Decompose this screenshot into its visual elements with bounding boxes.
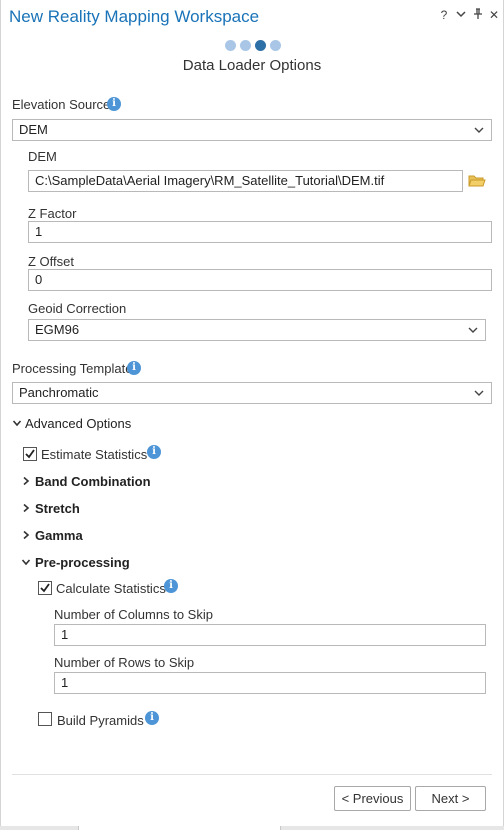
gamma-expander[interactable]: Gamma xyxy=(35,528,83,543)
calculate-statistics-label: Calculate Statistics xyxy=(56,581,166,596)
elevation-source-dropdown[interactable]: DEM xyxy=(12,119,492,141)
pane: New Reality Mapping Workspace ? ✕ Data L… xyxy=(0,0,504,830)
folder-browse-icon[interactable] xyxy=(468,174,486,188)
band-combination-expander[interactable]: Band Combination xyxy=(35,474,151,489)
elevation-source-label: Elevation Source xyxy=(12,97,111,112)
advanced-options-expander[interactable]: Advanced Options xyxy=(25,416,131,431)
step-dot xyxy=(240,40,251,51)
info-icon[interactable]: i xyxy=(164,579,178,593)
close-button[interactable]: ✕ xyxy=(487,8,501,22)
help-button[interactable]: ? xyxy=(437,8,451,22)
info-icon[interactable]: i xyxy=(147,445,161,459)
z-offset-input[interactable]: 0 xyxy=(28,269,492,291)
chevron-down-icon xyxy=(474,390,484,396)
estimate-statistics-checkbox[interactable] xyxy=(23,447,37,461)
info-icon[interactable]: i xyxy=(107,97,121,111)
chevron-right-icon[interactable] xyxy=(21,476,31,486)
z-offset-label: Z Offset xyxy=(28,254,74,269)
previous-button[interactable]: < Previous xyxy=(334,786,411,811)
build-pyramids-checkbox[interactable] xyxy=(38,712,52,726)
rows-to-skip-label: Number of Rows to Skip xyxy=(54,655,195,670)
bottom-tab-strip xyxy=(0,826,504,830)
chevron-down-icon[interactable] xyxy=(21,557,31,567)
step-dot xyxy=(270,40,281,51)
columns-to-skip-input[interactable]: 1 xyxy=(54,624,486,646)
chevron-down-icon xyxy=(474,127,484,133)
chevron-right-icon[interactable] xyxy=(21,530,31,540)
geoid-correction-label: Geoid Correction xyxy=(28,301,127,316)
chevron-right-icon[interactable] xyxy=(21,503,31,513)
elevation-source-value: DEM xyxy=(19,122,48,137)
columns-to-skip-label: Number of Columns to Skip xyxy=(54,607,213,622)
pre-processing-expander[interactable]: Pre-processing xyxy=(35,555,130,570)
calculate-statistics-checkbox[interactable] xyxy=(38,581,52,595)
z-factor-input[interactable]: 1 xyxy=(28,221,492,243)
checkmark-icon xyxy=(25,449,35,459)
chevron-down-icon[interactable] xyxy=(12,418,22,428)
footer-divider xyxy=(12,774,492,775)
options-menu-button[interactable] xyxy=(454,8,468,22)
checkmark-icon xyxy=(40,583,50,593)
pin-icon xyxy=(474,8,482,19)
info-icon[interactable]: i xyxy=(145,711,159,725)
geoid-correction-dropdown[interactable]: EGM96 xyxy=(28,319,486,341)
processing-template-label: Processing Template xyxy=(12,361,133,376)
build-pyramids-label: Build Pyramids xyxy=(57,713,144,728)
next-button[interactable]: Next > xyxy=(415,786,486,811)
page-title: Data Loader Options xyxy=(182,57,322,74)
geoid-correction-value: EGM96 xyxy=(35,322,80,337)
processing-template-value: Panchromatic xyxy=(19,385,99,400)
pane-title: New Reality Mapping Workspace xyxy=(9,7,260,26)
rows-to-skip-input[interactable]: 1 xyxy=(54,672,486,694)
step-dot xyxy=(225,40,236,51)
dem-label: DEM xyxy=(28,149,57,164)
dem-path-input[interactable]: C:\SampleData\Aerial Imagery\RM_Satellit… xyxy=(28,170,463,192)
z-factor-label: Z Factor xyxy=(28,206,77,221)
chevron-down-icon xyxy=(456,11,466,18)
processing-template-dropdown[interactable]: Panchromatic xyxy=(12,382,492,404)
estimate-statistics-label: Estimate Statistics xyxy=(41,447,148,462)
stretch-expander[interactable]: Stretch xyxy=(35,501,80,516)
bottom-tab[interactable] xyxy=(78,826,281,830)
info-icon[interactable]: i xyxy=(127,361,141,375)
chevron-down-icon xyxy=(468,327,478,333)
pin-button[interactable] xyxy=(471,8,485,23)
step-dot-current xyxy=(255,40,266,51)
pane-title-bar: New Reality Mapping Workspace ? ✕ xyxy=(1,0,503,34)
